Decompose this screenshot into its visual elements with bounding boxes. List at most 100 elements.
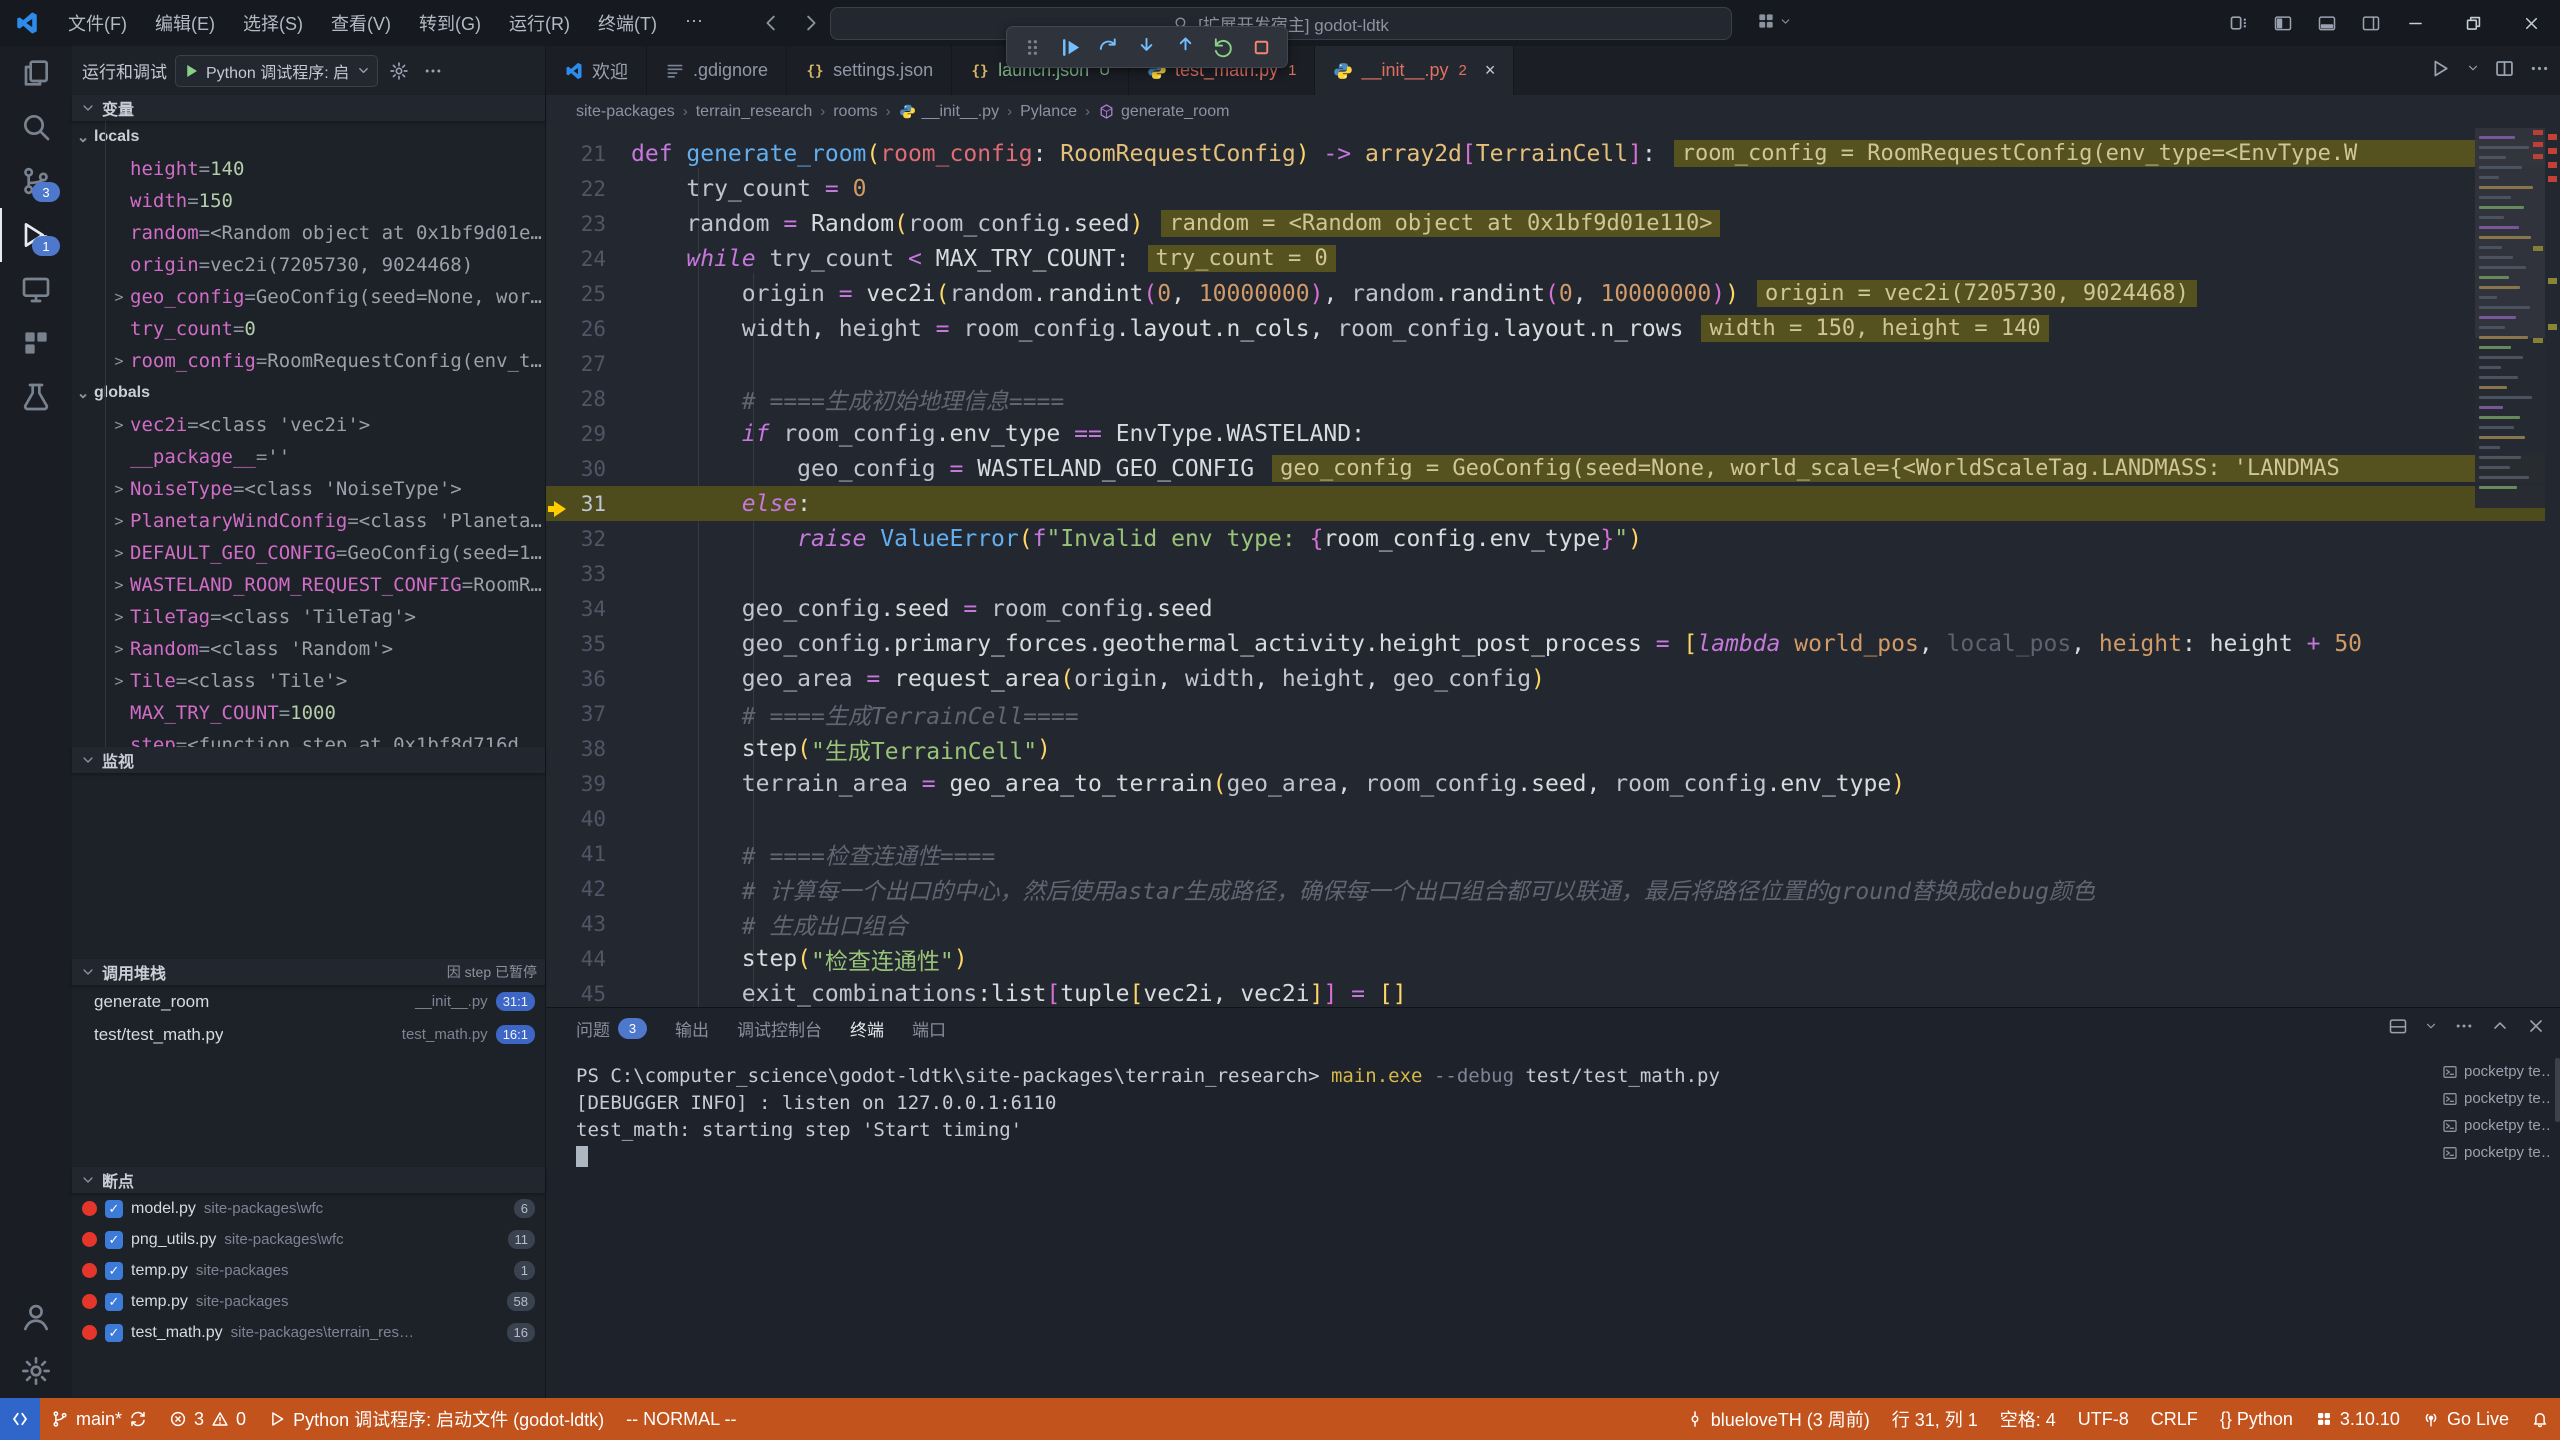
terminal-scrollbar[interactable]	[2555, 1058, 2560, 1122]
variable-row[interactable]: >PlanetaryWindConfig = <class 'Planeta…	[72, 505, 545, 537]
code-line-33[interactable]: 33	[546, 556, 2560, 591]
panel-tab-终端[interactable]: 终端	[850, 1016, 884, 1041]
tab-close-icon[interactable]: ×	[1485, 60, 1496, 81]
menu-item-查看V[interactable]: 查看(V)	[319, 6, 403, 40]
sidebar-more-actions[interactable]	[420, 58, 446, 84]
debug-settings-gear[interactable]	[386, 58, 412, 84]
breadcrumb-item[interactable]: generate_room	[1098, 103, 1230, 121]
code-line-25[interactable]: 25 origin = vec2i(random.randint(0, 1000…	[546, 276, 2560, 311]
code-line-31[interactable]: 31 else:	[546, 486, 2560, 521]
window-restore-button[interactable]	[2444, 0, 2502, 46]
breakpoint-checkbox[interactable]: ✓	[105, 1200, 123, 1218]
breakpoint-row[interactable]: ✓model.pysite-packages\wfc6	[72, 1193, 545, 1224]
terminal-list-item[interactable]: pocketpy te…	[2442, 1139, 2550, 1166]
breadcrumb-item[interactable]: rooms	[833, 103, 877, 121]
call-stack-section-header[interactable]: 调用堆栈 因 step 已暂停	[72, 959, 545, 985]
breakpoint-row[interactable]: ✓temp.pysite-packages1	[72, 1255, 545, 1286]
tab--[interactable]: 欢迎	[546, 46, 647, 95]
maximize-panel-button[interactable]	[2490, 1016, 2510, 1041]
tab-settings-json[interactable]: {}settings.json	[787, 46, 952, 95]
debug-restart-button[interactable]	[1210, 33, 1238, 61]
watch-section-header[interactable]: 监视	[72, 747, 545, 773]
status-vim-mode[interactable]: -- NORMAL --	[615, 1398, 747, 1440]
code-line-28[interactable]: 28 # ====生成初始地理信息====	[546, 381, 2560, 416]
panel-tab-问题[interactable]: 问题3	[576, 1016, 647, 1041]
run-python-file-button[interactable]	[2431, 58, 2452, 84]
breakpoint-row[interactable]: ✓png_utils.pysite-packages\wfc11	[72, 1224, 545, 1255]
debug-step-into-button[interactable]	[1133, 33, 1161, 61]
variable-row[interactable]: try_count = 0	[72, 313, 545, 345]
code-line-32[interactable]: 32 raise ValueError(f"Invalid env type: …	[546, 521, 2560, 556]
code-line-44[interactable]: 44 step("检查连通性")	[546, 941, 2560, 976]
start-debug-icon[interactable]	[182, 62, 200, 80]
copilot-menu[interactable]	[1756, 11, 1792, 31]
chevron-down-button[interactable]	[2424, 1019, 2438, 1038]
breakpoint-row[interactable]: ✓test_math.pysite-packages\terrain_res…1…	[72, 1317, 545, 1348]
code-line-29[interactable]: 29 if room_config.env_type == EnvType.WA…	[546, 416, 2560, 451]
editor-more-actions-button[interactable]	[2529, 58, 2550, 84]
variable-row[interactable]: >NoiseType = <class 'NoiseType'>	[72, 473, 545, 505]
variable-row[interactable]: >vec2i = <class 'vec2i'>	[72, 409, 545, 441]
variable-row[interactable]: >geo_config = GeoConfig(seed=None, wor…	[72, 281, 545, 313]
code-line-34[interactable]: 34 geo_config.seed = room_config.seed	[546, 591, 2560, 626]
tab--gdignore[interactable]: .gdignore	[647, 46, 787, 95]
breakpoint-row[interactable]: ✓temp.pysite-packages58	[72, 1286, 545, 1317]
breadcrumb-item[interactable]: site-packages	[576, 103, 675, 121]
status-remote[interactable]	[0, 1398, 40, 1440]
status-branch[interactable]: main*	[40, 1398, 158, 1440]
code-line-40[interactable]: 40	[546, 801, 2560, 836]
breadcrumb-item[interactable]: Pylance	[1020, 103, 1077, 121]
status-eol[interactable]: CRLF	[2140, 1398, 2209, 1440]
code-line-41[interactable]: 41 # ====检查连通性====	[546, 836, 2560, 871]
activity-settings[interactable]	[0, 1344, 72, 1398]
status-problems[interactable]: 30	[158, 1398, 257, 1440]
code-line-22[interactable]: 22 try_count = 0	[546, 171, 2560, 206]
status-git-author[interactable]: blueloveTH (3 周前)	[1675, 1398, 1881, 1440]
breakpoint-checkbox[interactable]: ✓	[105, 1324, 123, 1342]
sidebar-right-button[interactable]	[2354, 6, 2388, 40]
stack-frame[interactable]: test/test_math.pytest_math.py16:1	[72, 1018, 545, 1051]
ellipsis-button[interactable]	[2454, 1016, 2474, 1041]
menu-item-编辑E[interactable]: 编辑(E)	[143, 6, 227, 40]
stack-frame[interactable]: generate_room__init__.py31:1	[72, 985, 545, 1018]
status-encoding[interactable]: UTF-8	[2067, 1398, 2140, 1440]
variable-row[interactable]: origin = vec2i(7205730, 9024468)	[72, 249, 545, 281]
activity-search[interactable]	[0, 100, 72, 154]
layout-customize-button[interactable]	[2222, 6, 2256, 40]
variable-row[interactable]: width = 150	[72, 185, 545, 217]
status-go-live[interactable]: Go Live	[2411, 1398, 2520, 1440]
debug-step-out-button[interactable]	[1171, 33, 1199, 61]
debug-stop-button[interactable]	[1248, 33, 1276, 61]
breadcrumb-item[interactable]: terrain_research	[696, 103, 813, 121]
variable-row[interactable]: >room_config = RoomRequestConfig(env_t…	[72, 345, 545, 377]
variable-row[interactable]: >Random = <class 'Random'>	[72, 633, 545, 665]
code-line-43[interactable]: 43 # 生成出口组合	[546, 906, 2560, 941]
breakpoints-section-header[interactable]: 断点	[72, 1167, 545, 1193]
variable-row[interactable]: step = <function step at 0x1bf8d716d	[72, 729, 545, 747]
status-python-interpreter[interactable]: 3.10.10	[2304, 1398, 2411, 1440]
code-editor[interactable]: 2021def generate_room(room_config: RoomR…	[546, 128, 2560, 1007]
code-line-20[interactable]: 20	[546, 128, 2560, 136]
activity-extensions[interactable]	[0, 316, 72, 370]
window-close-button[interactable]	[2502, 0, 2560, 46]
code-line-38[interactable]: 38 step("生成TerrainCell")	[546, 731, 2560, 766]
variable-row[interactable]: >DEFAULT_GEO_CONFIG = GeoConfig(seed=1…	[72, 537, 545, 569]
code-line-37[interactable]: 37 # ====生成TerrainCell====	[546, 696, 2560, 731]
code-line-35[interactable]: 35 geo_config.primary_forces.geothermal_…	[546, 626, 2560, 661]
breakpoint-checkbox[interactable]: ✓	[105, 1293, 123, 1311]
forward-icon[interactable]	[799, 12, 821, 34]
code-line-24[interactable]: 24 while try_count < MAX_TRY_COUNT:try_c…	[546, 241, 2560, 276]
activity-source-control[interactable]: 3	[0, 154, 72, 208]
activity-testing[interactable]	[0, 370, 72, 424]
window-minimize-button[interactable]	[2386, 0, 2444, 46]
sidebar-left-button[interactable]	[2266, 6, 2300, 40]
code-line-30[interactable]: 30 geo_config = WASTELAND_GEO_CONFIGgeo_…	[546, 451, 2560, 486]
panel-tab-输出[interactable]: 输出	[675, 1016, 709, 1041]
breakpoint-checkbox[interactable]: ✓	[105, 1231, 123, 1249]
variable-row[interactable]: >TileTag = <class 'TileTag'>	[72, 601, 545, 633]
activity-accounts[interactable]	[0, 1290, 72, 1344]
variables-section-header[interactable]: 变量	[72, 95, 545, 121]
debug-config-select[interactable]: Python 调试程序: 启:	[175, 55, 378, 87]
status-language-mode[interactable]: {} Python	[2209, 1398, 2304, 1440]
terminal-output[interactable]: PS C:\computer_science\godot-ldtk\site-p…	[576, 1062, 2440, 1388]
